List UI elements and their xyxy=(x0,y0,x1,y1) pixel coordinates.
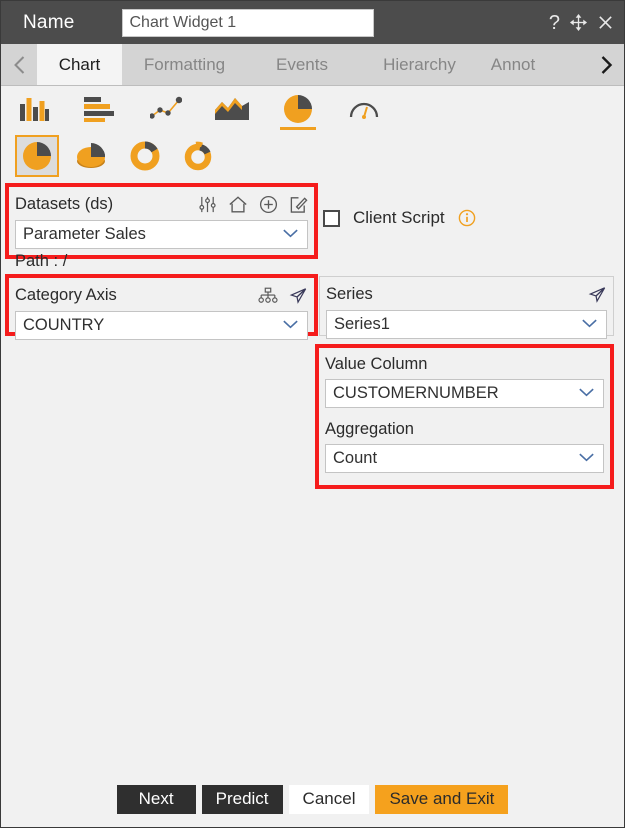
pie-chart-icon[interactable] xyxy=(277,89,319,130)
pie-flat-icon[interactable] xyxy=(15,135,59,177)
tab-scroll-right-button[interactable] xyxy=(588,44,624,85)
info-icon[interactable] xyxy=(458,209,476,227)
edit-square-icon[interactable] xyxy=(289,195,308,214)
save-and-exit-button[interactable]: Save and Exit xyxy=(375,784,509,814)
column-chart-icon[interactable] xyxy=(13,89,55,129)
home-icon[interactable] xyxy=(228,195,248,214)
title-bar: Name Chart Widget 1 ? xyxy=(1,1,624,44)
settings-body: Datasets (ds) Parameter Sales Path: / C… xyxy=(1,180,624,775)
donut-icon[interactable] xyxy=(123,135,167,177)
chevron-down-icon xyxy=(281,225,300,244)
tab-events[interactable]: Events xyxy=(247,44,357,85)
aggregation-select-value: Count xyxy=(333,449,378,467)
series-toolbar xyxy=(588,285,607,304)
tab-bar: Chart Formatting Events Hierarchy Annot xyxy=(1,44,624,86)
datasets-toolbar xyxy=(198,195,308,214)
datasets-select[interactable]: Parameter Sales xyxy=(15,220,308,249)
datasets-panel: Datasets (ds) Parameter Sales Path: / xyxy=(9,187,314,270)
dataset-path: Path : / xyxy=(15,252,68,270)
tab-formatting-label: Formatting xyxy=(143,54,226,74)
tab-hierarchy[interactable]: Hierarchy xyxy=(357,44,482,85)
tab-annotations-label: Annot xyxy=(490,54,536,74)
client-script-row: Client Script xyxy=(323,208,613,238)
tab-events-label: Events xyxy=(276,54,328,74)
series-select[interactable]: Series1 xyxy=(326,310,607,339)
category-axis-header: Category Axis xyxy=(15,282,308,308)
chevron-down-icon xyxy=(580,315,599,334)
value-column-select-value: CUSTOMERNUMBER xyxy=(333,384,499,402)
category-axis-select[interactable]: COUNTRY xyxy=(15,311,308,340)
dialog-footer: Next Predict Cancel Save and Exit xyxy=(1,775,624,827)
datasets-title: Datasets (ds) xyxy=(15,194,114,213)
chevron-down-icon xyxy=(577,449,596,468)
tab-chart[interactable]: Chart xyxy=(37,44,122,85)
tab-annotations[interactable]: Annot xyxy=(482,44,544,85)
send-icon[interactable] xyxy=(289,286,308,305)
donut-exploded-icon[interactable] xyxy=(177,135,221,177)
datasets-select-value: Parameter Sales xyxy=(23,225,146,243)
aggregation-select[interactable]: Count xyxy=(325,444,604,473)
tab-scroll-left-button[interactable] xyxy=(1,44,37,85)
cancel-button[interactable]: Cancel xyxy=(288,784,370,814)
plus-circle-icon[interactable] xyxy=(259,195,278,214)
series-select-value: Series1 xyxy=(334,315,390,333)
tab-formatting[interactable]: Formatting xyxy=(122,44,247,85)
close-icon[interactable] xyxy=(597,14,614,31)
move-arrows-icon[interactable] xyxy=(569,13,588,32)
gauge-chart-icon[interactable] xyxy=(343,89,385,129)
chevron-down-icon xyxy=(281,316,300,335)
widget-name-input[interactable]: Chart Widget 1 xyxy=(122,8,375,37)
scatter-line-chart-icon[interactable] xyxy=(145,89,187,129)
category-axis-panel: Category Axis COUNTRY xyxy=(9,278,314,340)
aggregation-label: Aggregation xyxy=(325,419,414,438)
name-label: Name xyxy=(23,11,75,33)
chart-type-row-variants xyxy=(1,132,624,180)
next-button[interactable]: Next xyxy=(116,784,196,814)
category-axis-toolbar xyxy=(258,286,308,305)
tab-hierarchy-label: Hierarchy xyxy=(383,54,456,74)
widget-name-value: Chart Widget 1 xyxy=(129,13,237,31)
sliders-icon[interactable] xyxy=(198,195,217,214)
value-column-label: Value Column xyxy=(325,354,428,373)
predict-button[interactable]: Predict xyxy=(201,784,283,814)
datasets-header: Datasets (ds) xyxy=(15,191,308,217)
category-axis-title: Category Axis xyxy=(15,285,117,304)
hierarchy-icon[interactable] xyxy=(258,286,278,305)
category-axis-select-value: COUNTRY xyxy=(23,316,105,334)
send-icon[interactable] xyxy=(588,285,607,304)
series-title: Series xyxy=(326,284,373,303)
chart-widget-dialog: Name Chart Widget 1 ? Chart Formatting E… xyxy=(0,0,625,828)
chart-type-row-primary xyxy=(1,86,624,132)
bar-chart-icon[interactable] xyxy=(79,89,121,129)
pie-3d-icon[interactable] xyxy=(69,135,113,177)
value-column-select[interactable]: CUSTOMERNUMBER xyxy=(325,379,604,408)
series-header: Series xyxy=(326,281,607,307)
chevron-down-icon xyxy=(577,384,596,403)
window-controls: ? xyxy=(549,13,614,33)
area-chart-icon[interactable] xyxy=(211,89,253,129)
question-mark-icon[interactable]: ? xyxy=(549,13,560,33)
value-aggregation-panel: Value Column CUSTOMERNUMBER Aggregation … xyxy=(319,348,610,485)
client-script-checkbox[interactable] xyxy=(323,209,340,227)
client-script-label: Client Script xyxy=(353,208,445,227)
series-panel: Series Series1 xyxy=(319,276,614,339)
tab-chart-label: Chart xyxy=(58,54,101,74)
